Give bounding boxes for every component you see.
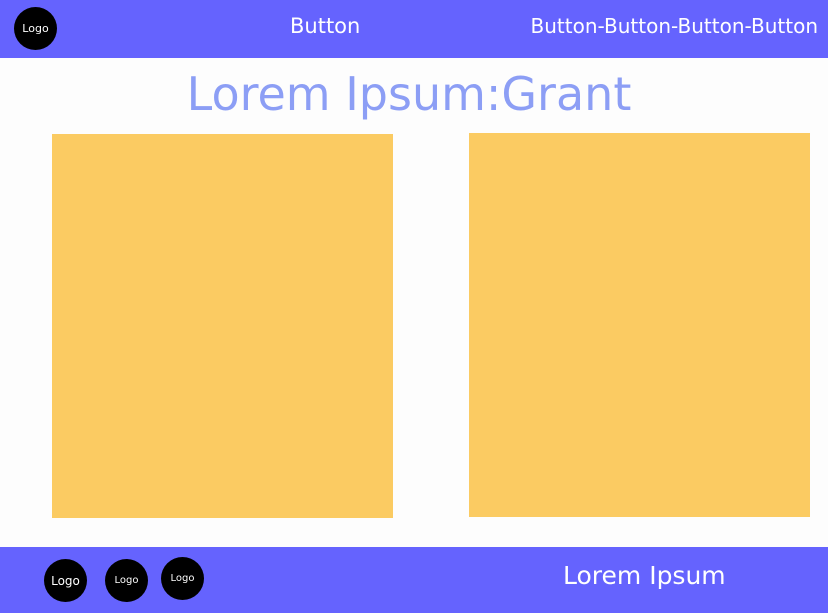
content-card-left [52, 134, 393, 518]
footer-logo-1[interactable]: Logo [44, 559, 87, 602]
header-bar: Logo Button Button-Button-Button-Button [0, 0, 828, 58]
footer-logo-3[interactable]: Logo [161, 557, 204, 600]
footer-logo-2[interactable]: Logo [105, 559, 148, 602]
page-title-container: Lorem Ipsum:Grant [0, 66, 828, 122]
footer-bar: Logo Logo Logo Lorem Ipsum [0, 547, 828, 613]
header-multi-button[interactable]: Button-Button-Button-Button [531, 13, 818, 39]
header-logo[interactable]: Logo [14, 7, 57, 50]
page-title: Lorem Ipsum:Grant [186, 67, 632, 121]
header-button[interactable]: Button [290, 13, 360, 39]
footer-text: Lorem Ipsum [563, 561, 726, 590]
content-card-right [469, 133, 810, 517]
